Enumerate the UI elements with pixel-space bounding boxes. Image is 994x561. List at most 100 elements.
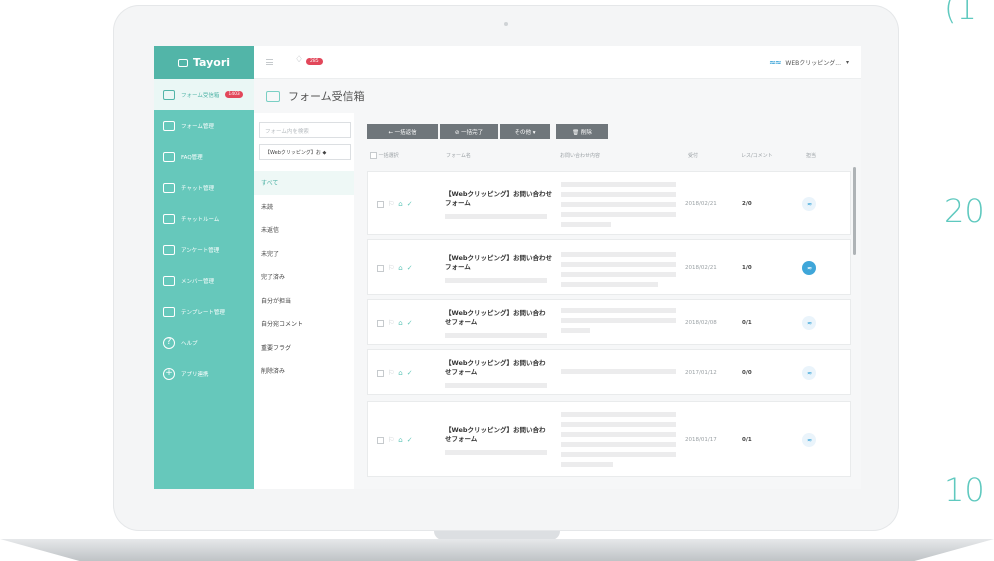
row-reply-count: 0/0	[742, 370, 752, 376]
account-menu[interactable]: ≈≈ WEBクリッピング... ▾	[769, 58, 849, 67]
laptop-notch	[434, 531, 560, 540]
check-icon[interactable]: ✓	[407, 200, 413, 208]
sidebar-item-help[interactable]: ? ヘルプ	[154, 327, 254, 358]
form-select[interactable]: 【Webクリッピング】お ◆	[259, 144, 351, 160]
delete-button[interactable]: 🗑 削除	[556, 124, 608, 139]
placeholder-bar	[561, 462, 613, 467]
check-icon[interactable]: ✓	[407, 436, 413, 444]
sidebar-item-label: アンケート管理	[181, 247, 220, 254]
user-icon[interactable]: ⌂	[398, 369, 402, 377]
sidebar-item-app-integration[interactable]: + アプリ連携	[154, 358, 254, 389]
user-icon[interactable]: ⌂	[398, 264, 402, 272]
logo-icon	[177, 58, 188, 67]
flag-icon[interactable]: ⚐	[388, 200, 394, 208]
assignee-avatar[interactable]: ≈	[802, 316, 816, 330]
notification-badge[interactable]: 285	[306, 58, 323, 65]
row-date: 2018/01/17	[685, 437, 717, 443]
flag-icon[interactable]: ⚐	[388, 319, 394, 327]
row-form-name: 【Webクリッピング】お問い合わせフォーム	[445, 190, 552, 207]
placeholder-bar	[561, 328, 590, 333]
assignee-avatar[interactable]: ≈	[802, 433, 816, 447]
table-row[interactable]: ⚐ ⌂ ✓ 【Webクリッピング】お問い合わせフォーム 2017/01/12 0…	[367, 349, 851, 395]
sidebar-item-label: テンプレート管理	[181, 309, 225, 316]
filter-unreplied[interactable]: 未返信	[254, 218, 354, 242]
sidebar-item-survey[interactable]: アンケート管理	[154, 234, 254, 265]
chat-room-icon	[163, 213, 175, 224]
row-controls: ⚐ ⌂ ✓	[377, 369, 413, 377]
flag-icon[interactable]: ⚐	[388, 264, 394, 272]
select-all-checkbox[interactable]	[370, 152, 377, 159]
placeholder-bar	[445, 278, 547, 283]
table-row[interactable]: ⚐ ⌂ ✓ 【Webクリッピング】お問い合わせフォーム 2018/02/08 0…	[367, 299, 851, 345]
row-checkbox[interactable]	[377, 369, 384, 377]
row-checkbox[interactable]	[377, 264, 384, 272]
placeholder-bar	[561, 442, 676, 447]
row-reply-count: 0/1	[742, 437, 752, 443]
bell-icon[interactable]: ♢	[295, 56, 303, 65]
other-actions-button[interactable]: その他 ▾	[500, 124, 550, 139]
filter-assigned-to-me[interactable]: 自分が担当	[254, 289, 354, 313]
user-icon[interactable]: ⌂	[398, 319, 402, 327]
flag-icon[interactable]: ⚐	[388, 369, 394, 377]
sidebar-item-label: ヘルプ	[181, 340, 198, 347]
table-row[interactable]: ⚐ ⌂ ✓ 【Webクリッピング】お問い合わせフォーム 2018/02/21 1…	[367, 239, 851, 295]
decorative-text-top: (1	[944, 0, 977, 27]
filter-deleted[interactable]: 削除済み	[254, 359, 354, 383]
placeholder-bar	[561, 432, 676, 437]
table-row[interactable]: ⚐ ⌂ ✓ 【Webクリッピング】お問い合わせフォーム 2018/01/17 0…	[367, 401, 851, 477]
user-icon[interactable]: ⌂	[398, 436, 402, 444]
sidebar-item-chat-room[interactable]: チャットルーム	[154, 203, 254, 234]
filter-incomplete[interactable]: 未完了	[254, 242, 354, 266]
assignee-avatar[interactable]: ≈	[802, 197, 816, 211]
check-icon[interactable]: ✓	[407, 369, 413, 377]
assignee-avatar[interactable]: ≈	[802, 366, 816, 380]
row-checkbox[interactable]	[377, 436, 384, 444]
row-checkbox[interactable]	[377, 319, 384, 327]
sidebar-item-label: アプリ連携	[181, 371, 209, 378]
header-content: お問い合わせ内容	[560, 153, 601, 159]
menu-icon[interactable]	[266, 59, 273, 65]
bulk-complete-button[interactable]: ⊘ 一括完了	[440, 124, 498, 139]
chevron-down-icon: ▾	[845, 59, 849, 66]
account-name: WEBクリッピング...	[785, 60, 841, 67]
filter-comments-to-me[interactable]: 自分宛コメント	[254, 312, 354, 336]
check-icon[interactable]: ✓	[407, 264, 413, 272]
laptop-base	[0, 539, 994, 561]
document-icon	[163, 151, 175, 162]
placeholder-bar	[561, 282, 658, 287]
sidebar-item-form-inbox[interactable]: フォーム受信箱 1403	[154, 79, 254, 110]
search-input[interactable]: フォーム内を検索	[259, 122, 351, 138]
placeholder-bar	[561, 202, 676, 207]
brand-logo[interactable]: Tayori	[154, 46, 254, 79]
filter-unread[interactable]: 未読	[254, 195, 354, 219]
sidebar-item-label: FAQ管理	[181, 154, 203, 161]
clipboard-icon	[163, 244, 175, 255]
check-icon[interactable]: ✓	[407, 319, 413, 327]
assignee-avatar[interactable]: ≈	[802, 261, 816, 275]
select-all[interactable]: 一括選択	[370, 152, 399, 159]
placeholder-bar	[561, 369, 676, 374]
sidebar-item-faq[interactable]: FAQ管理	[154, 141, 254, 172]
header-reply-comment: レス/コメント	[741, 153, 773, 159]
bulk-reply-button[interactable]: ← 一括返信	[367, 124, 438, 139]
scrollbar[interactable]	[853, 167, 856, 255]
sidebar-item-chat-management[interactable]: チャット管理	[154, 172, 254, 203]
filter-completed[interactable]: 完了済み	[254, 265, 354, 289]
filter-important-flag[interactable]: 重要フラグ	[254, 336, 354, 360]
placeholder-bar	[561, 452, 676, 457]
flag-icon[interactable]: ⚐	[388, 436, 394, 444]
pencil-icon	[163, 120, 175, 131]
filter-all[interactable]: すべて	[254, 171, 354, 195]
table-row[interactable]: ⚐ ⌂ ✓ 【Webクリッピング】お問い合わせフォーム 2018/02/21 2…	[367, 171, 851, 235]
account-logo-icon: ≈≈	[769, 58, 781, 67]
users-icon	[163, 275, 175, 286]
user-icon[interactable]: ⌂	[398, 200, 402, 208]
row-reply-count: 0/1	[742, 320, 752, 326]
sidebar-item-templates[interactable]: テンプレート管理	[154, 296, 254, 327]
sidebar-item-form-management[interactable]: フォーム管理	[154, 110, 254, 141]
row-checkbox[interactable]	[377, 200, 384, 208]
placeholder-bar	[445, 333, 547, 338]
sidebar-item-members[interactable]: メンバー管理	[154, 265, 254, 296]
toolbar: ← 一括返信 ⊘ 一括完了 その他 ▾ 🗑 削除	[367, 124, 608, 139]
inbox-icon	[266, 90, 280, 102]
